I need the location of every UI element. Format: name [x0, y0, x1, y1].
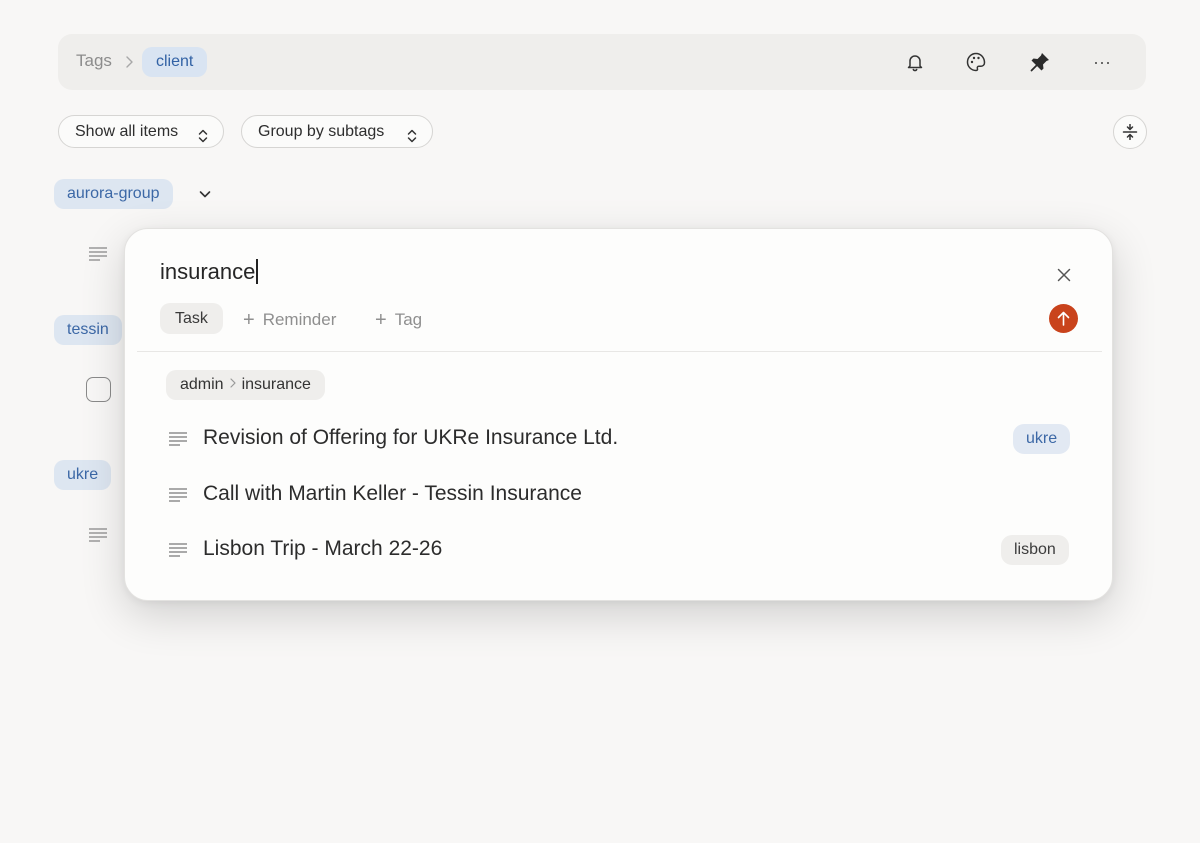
- group-by-select[interactable]: Group by subtags: [241, 115, 433, 148]
- divider: [137, 351, 1102, 352]
- breadcrumb-tags[interactable]: Tags: [76, 51, 112, 71]
- chevron-down-icon[interactable]: [197, 186, 213, 202]
- palette-icon[interactable]: [964, 50, 988, 74]
- close-icon[interactable]: [1056, 267, 1072, 283]
- text-caret: [256, 259, 258, 284]
- note-lines-icon: [168, 542, 188, 558]
- note-lines-icon: [88, 246, 108, 262]
- chevron-updown-icon: [406, 124, 418, 143]
- quick-add-modal: insurance Task + Reminder + Tag admin insur…: [124, 228, 1113, 601]
- result-item[interactable]: Call with Martin Keller - Tessin Insuran…: [125, 473, 1112, 517]
- group-tag-tessin[interactable]: tessin: [54, 315, 122, 345]
- note-lines-icon: [168, 487, 188, 503]
- chevron-right-icon: [228, 370, 238, 388]
- header-bar: Tags client ···: [58, 34, 1146, 90]
- more-icon[interactable]: ···: [1090, 50, 1114, 74]
- pin-icon[interactable]: [1028, 50, 1052, 74]
- breadcrumb-current-tag[interactable]: client: [142, 47, 208, 77]
- add-tag-label: Tag: [394, 310, 423, 329]
- result-item[interactable]: Revision of Offering for UKRe Insurance …: [125, 417, 1112, 461]
- collapse-icon: [1122, 124, 1138, 140]
- tag-path-child: insurance: [241, 376, 311, 393]
- show-items-label: Show all items: [75, 123, 179, 140]
- group-tag-aurora[interactable]: aurora-group: [54, 179, 173, 209]
- add-tag-button[interactable]: + Tag: [375, 309, 422, 332]
- group-tag-ukre[interactable]: ukre: [54, 460, 112, 490]
- note-lines-icon: [88, 527, 108, 543]
- plus-icon: +: [375, 309, 387, 331]
- result-title: Call with Martin Keller - Tessin Insuran…: [203, 482, 582, 505]
- search-query: insurance: [160, 259, 256, 284]
- result-tag[interactable]: ukre: [1013, 424, 1071, 454]
- bell-icon[interactable]: [903, 50, 927, 74]
- tag-path-chip[interactable]: admin insurance: [166, 370, 325, 400]
- chevron-updown-icon: [197, 124, 209, 143]
- add-reminder-label: Reminder: [262, 310, 337, 329]
- search-input[interactable]: insurance: [160, 259, 258, 285]
- result-item[interactable]: Lisbon Trip - March 22-26 lisbon: [125, 528, 1112, 572]
- tag-path-parent: admin: [180, 376, 224, 393]
- type-task-chip[interactable]: Task: [160, 303, 223, 334]
- task-checkbox[interactable]: [86, 377, 111, 402]
- group-by-label: Group by subtags: [258, 123, 385, 140]
- result-title: Lisbon Trip - March 22-26: [203, 537, 443, 560]
- note-lines-icon: [168, 431, 188, 447]
- result-title: Revision of Offering for UKRe Insurance …: [203, 426, 619, 449]
- chevron-right-icon: [123, 53, 137, 71]
- arrow-up-icon: [1057, 311, 1070, 326]
- submit-button[interactable]: [1049, 304, 1078, 333]
- result-tag[interactable]: lisbon: [1001, 535, 1069, 565]
- plus-icon: +: [243, 309, 255, 331]
- add-reminder-button[interactable]: + Reminder: [243, 309, 336, 332]
- collapse-all-button[interactable]: [1113, 115, 1147, 149]
- show-items-select[interactable]: Show all items: [58, 115, 224, 148]
